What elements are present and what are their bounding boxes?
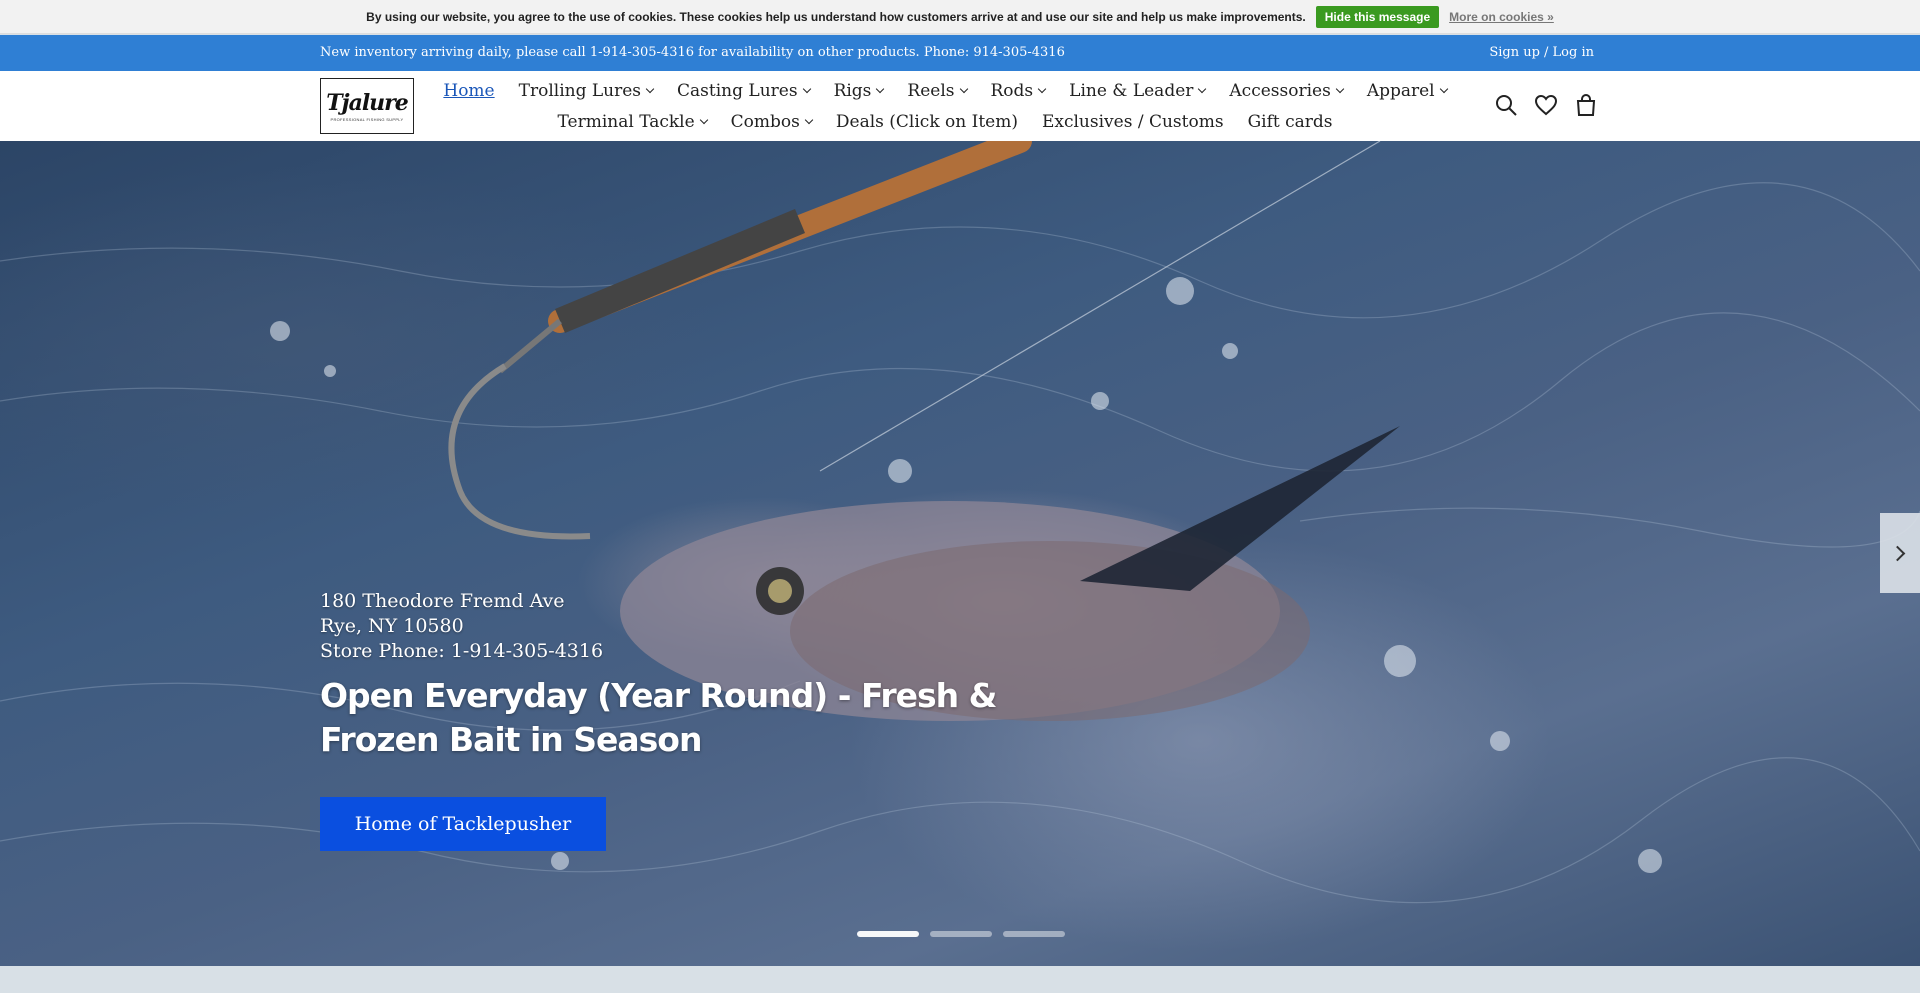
slider-dot-1[interactable] [857, 931, 919, 937]
logo-word: Tjalure [326, 90, 409, 116]
nav-item-label: Line & Leader [1069, 80, 1194, 101]
nav-item-label: Home [443, 80, 495, 101]
nav-item-rigs[interactable]: Rigs [833, 80, 885, 101]
nav-item-reels[interactable]: Reels [907, 80, 968, 101]
notice-text: New inventory arriving daily, please cal… [320, 45, 1065, 60]
chevron-down-icon [645, 84, 655, 93]
slider-dot-2[interactable] [930, 931, 992, 937]
chevron-down-icon [876, 84, 885, 93]
chevron-down-icon [1198, 84, 1207, 93]
nav-row-primary: Home Trolling Lures Casting Lures Rigs Reels… [440, 75, 1450, 106]
hero-caption: 180 Theodore Fremd Ave Rye, NY 10580 Sto… [320, 589, 1040, 762]
nav-item-label: Deals (Click on Item) [835, 111, 1018, 132]
nav-item-label: Accessories [1229, 80, 1331, 101]
slider-next-button[interactable] [1880, 513, 1920, 593]
nav-item-label: Rigs [833, 80, 872, 101]
chevron-down-icon [1037, 84, 1047, 93]
shopping-bag-icon[interactable] [1574, 93, 1598, 117]
nav-item-gift-cards[interactable]: Gift cards [1248, 112, 1333, 132]
nav-item-label: Reels [907, 80, 955, 101]
nav-row-secondary: Terminal Tackle Combos Deals (Click on Ite… [440, 106, 1450, 137]
store-address-line2: Rye, NY 10580 [320, 615, 464, 637]
notice-bar: New inventory arriving daily, please cal… [0, 35, 1920, 71]
nav-item-label: Terminal Tackle [557, 111, 695, 132]
slider-dot-3[interactable] [1003, 931, 1065, 937]
main-nav: Home Trolling Lures Casting Lures Rigs Reels… [440, 75, 1450, 137]
nav-item-label: Rods [990, 80, 1034, 101]
nav-item-rods[interactable]: Rods [990, 80, 1047, 101]
nav-item-home[interactable]: Home [443, 81, 494, 101]
hero-slider: 180 Theodore Fremd Ave Rye, NY 10580 Sto… [0, 141, 1920, 966]
hide-cookie-message-button[interactable]: Hide this message [1315, 5, 1440, 28]
hero-headline: Open Everyday (Year Round) - Fresh & Fro… [320, 676, 997, 759]
chevron-down-icon [1439, 84, 1448, 93]
cookie-bar: By using our website, you agree to the u… [0, 0, 1920, 34]
site-logo[interactable]: Tjalure PROFESSIONAL FISHING SUPPLY [320, 78, 414, 134]
header-icons [1494, 93, 1598, 117]
heart-icon[interactable] [1534, 93, 1558, 117]
logo-subtitle: PROFESSIONAL FISHING SUPPLY [330, 117, 404, 122]
store-phone: Store Phone: 1-914-305-4316 [320, 640, 604, 662]
store-address-line1: 180 Theodore Fremd Ave [320, 590, 565, 612]
nav-item-label: Gift cards [1247, 111, 1333, 132]
chevron-down-icon [699, 115, 708, 124]
nav-item-label: Apparel [1366, 80, 1435, 101]
nav-item-label: Casting Lures [677, 80, 798, 101]
chevron-down-icon [804, 115, 814, 124]
site-header: Tjalure PROFESSIONAL FISHING SUPPLY Home… [0, 71, 1920, 141]
chevron-right-icon [1889, 545, 1906, 561]
nav-item-accessories[interactable]: Accessories [1229, 80, 1345, 101]
nav-item-label: Combos [730, 111, 800, 132]
nav-item-terminal-tackle[interactable]: Terminal Tackle [557, 111, 708, 132]
cookie-message: By using our website, you agree to the u… [366, 9, 1306, 24]
signup-login-link[interactable]: Sign up / Log in [1489, 45, 1594, 60]
nav-item-casting-lures[interactable]: Casting Lures [677, 80, 811, 101]
chevron-down-icon [959, 84, 968, 93]
nav-item-exclusives-customs[interactable]: Exclusives / Customs [1042, 112, 1224, 132]
nav-item-label: Trolling Lures [518, 80, 642, 101]
hero-cta-button[interactable]: Home of Tacklepusher [320, 797, 606, 851]
search-icon[interactable] [1494, 93, 1518, 117]
nav-item-deals-click-on-item[interactable]: Deals (Click on Item) [836, 112, 1018, 132]
chevron-down-icon [1335, 84, 1345, 93]
page-bottom-strip [0, 966, 1920, 993]
nav-item-apparel[interactable]: Apparel [1366, 80, 1448, 101]
nav-item-label: Exclusives / Customs [1041, 111, 1224, 132]
nav-item-combos[interactable]: Combos [730, 111, 814, 132]
chevron-down-icon [802, 84, 811, 93]
nav-item-trolling-lures[interactable]: Trolling Lures [518, 80, 655, 101]
more-on-cookies-link[interactable]: More on cookies » [1449, 10, 1554, 24]
nav-item-line-leader[interactable]: Line & Leader [1069, 80, 1207, 101]
hero-image [0, 141, 1920, 904]
slider-dots [857, 931, 1065, 937]
